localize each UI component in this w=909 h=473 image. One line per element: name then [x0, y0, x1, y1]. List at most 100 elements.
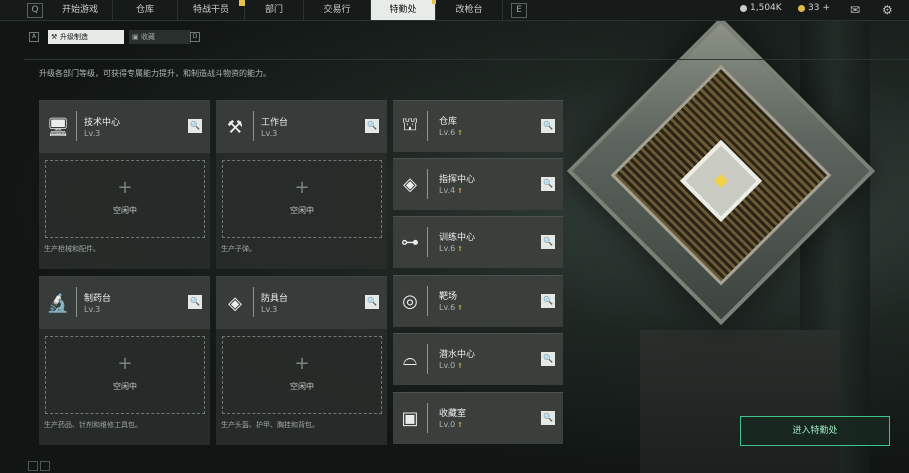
header-separator	[427, 169, 428, 199]
header-separator	[76, 111, 77, 141]
card-level: Lv.4 ⇑	[439, 186, 463, 195]
nav-prev-key[interactable]: Q	[27, 3, 43, 18]
search-button[interactable]: 🔍	[188, 295, 202, 309]
card-level-text: Lv.6	[439, 128, 456, 137]
top-nav-bar: Q 开始游戏 仓库 特战干员 部门 交易行 特勤处 改枪台 E 1,504K 3…	[0, 0, 909, 21]
slot-status: 空闲中	[290, 382, 314, 391]
card-tech-center[interactable]: 🖥 技术中心 Lv.3 🔍 + 空闲中 生产枪械和配件。	[39, 100, 210, 269]
subtab-upgrade-craft[interactable]: ⚒ 升级制造	[48, 30, 124, 44]
card-collection-room[interactable]: ▣ 收藏室 Lv.0 ⇑ 🔍	[393, 392, 563, 444]
header-separator	[427, 286, 428, 316]
microscope-icon: 🔬	[46, 292, 70, 314]
add-gold-button[interactable]: +	[822, 3, 830, 13]
card-level: Lv.3	[84, 129, 101, 138]
card-level: Lv.6 ⇑	[439, 244, 463, 253]
card-warehouse[interactable]: ⛫ 仓库 Lv.6 ⇑ 🔍	[393, 100, 563, 152]
card-name: 制药台	[84, 294, 112, 304]
tab-special-ops[interactable]: 特勤处	[371, 0, 436, 20]
header-separator	[253, 287, 254, 317]
card-name: 技术中心	[84, 118, 121, 128]
silver-amount: 1,504K	[750, 3, 782, 13]
tab-start-game[interactable]: 开始游戏	[48, 0, 113, 20]
divider	[24, 59, 909, 60]
tab-operators[interactable]: 特战干员	[178, 0, 245, 20]
subtab-collection[interactable]: ▣ 收藏	[129, 30, 191, 44]
silver-currency: 1,504K	[740, 3, 782, 13]
cubes-icon: ◈	[228, 292, 242, 314]
tab-special-ops-label: 特勤处	[389, 5, 417, 15]
search-button[interactable]: 🔍	[541, 177, 555, 191]
tab-operators-label: 特战干员	[192, 5, 229, 15]
craft-slot[interactable]: + 空闲中	[222, 160, 382, 238]
monitor-icon: 🖥	[46, 116, 70, 138]
card-header: ⚒ 工作台 Lv.3 🔍	[216, 101, 387, 153]
mail-icon[interactable]: ✉	[850, 3, 860, 17]
tab-trading[interactable]: 交易行	[304, 0, 371, 20]
silver-coin-icon	[740, 4, 747, 12]
card-name: 潜水中心	[439, 350, 476, 360]
card-level: Lv.0 ⇑	[439, 361, 463, 370]
search-button[interactable]: 🔍	[365, 295, 379, 309]
nav-next-key[interactable]: E	[511, 3, 527, 18]
subtab-upgrade-label: 升级制造	[60, 33, 88, 41]
card-level: Lv.0 ⇑	[439, 420, 463, 429]
plus-icon: +	[117, 353, 133, 374]
card-name: 仓库	[439, 117, 458, 127]
command-icon: ◈	[403, 173, 417, 195]
slot-status: 空闲中	[290, 206, 314, 215]
tab-departments[interactable]: 部门	[245, 0, 304, 20]
header-separator	[427, 344, 428, 374]
plus-icon: +	[294, 177, 310, 198]
gold-amount: 33	[808, 3, 820, 13]
card-name: 工作台	[261, 118, 289, 128]
card-diving-center[interactable]: ⌓ 潜水中心 Lv.0 ⇑ 🔍	[393, 333, 563, 385]
background-floor	[640, 330, 840, 473]
vault-icon: ▣	[401, 407, 419, 429]
cube-inner	[610, 64, 832, 286]
upgrade-icon: ⚒	[51, 33, 58, 41]
card-level-text: Lv.0	[439, 420, 456, 429]
search-button[interactable]: 🔍	[541, 294, 555, 308]
card-training-center[interactable]: ⊶ 训练中心 Lv.6 ⇑ 🔍	[393, 216, 563, 268]
enter-special-ops-button[interactable]: 进入特勤处	[740, 416, 890, 446]
subtab-collection-label: 收藏	[141, 33, 155, 41]
search-button[interactable]: 🔍	[541, 411, 555, 425]
craft-slot[interactable]: + 空闲中	[45, 336, 205, 414]
card-header: 🖥 技术中心 Lv.3 🔍	[39, 101, 210, 153]
tab-warehouse[interactable]: 仓库	[113, 0, 178, 20]
search-button[interactable]: 🔍	[365, 119, 379, 133]
search-button[interactable]: 🔍	[541, 119, 555, 133]
tools-icon: ⚒	[226, 116, 244, 138]
craft-slot[interactable]: + 空闲中	[45, 160, 205, 238]
card-command-center[interactable]: ◈ 指挥中心 Lv.4 ⇑ 🔍	[393, 158, 563, 210]
card-header: 🔬 制药台 Lv.3 🔍	[39, 277, 210, 329]
tab-gunsmith[interactable]: 改枪台	[436, 0, 503, 20]
search-button[interactable]: 🔍	[188, 119, 202, 133]
card-level: Lv.6 ⇑	[439, 128, 463, 137]
search-button[interactable]: 🔍	[541, 235, 555, 249]
cube-core	[679, 139, 763, 222]
subtab-prev-key[interactable]: A	[29, 32, 39, 42]
craft-slot[interactable]: + 空闲中	[222, 336, 382, 414]
upgrade-arrow-icon: ⇑	[457, 129, 464, 137]
card-shooting-range[interactable]: ◎ 靶场 Lv.6 ⇑ 🔍	[393, 275, 563, 327]
card-pharmacy[interactable]: 🔬 制药台 Lv.3 🔍 + 空闲中 生产药品、针剂和维修工具包。	[39, 276, 210, 445]
header-separator	[427, 111, 428, 141]
subtab-next-key[interactable]: D	[190, 32, 200, 42]
bottom-corner-mark	[28, 461, 38, 471]
card-armor-bench[interactable]: ◈ 防具台 Lv.3 🔍 + 空闲中 生产头盔、护甲、胸挂和背包。	[216, 276, 387, 445]
top-nav-tabs: 开始游戏 仓库 特战干员 部门 交易行 特勤处 改枪台	[48, 0, 503, 20]
card-workbench[interactable]: ⚒ 工作台 Lv.3 🔍 + 空闲中 生产子弹。	[216, 100, 387, 269]
collection-icon: ▣	[132, 33, 139, 41]
card-name: 训练中心	[439, 233, 476, 243]
slot-status: 空闲中	[113, 206, 137, 215]
card-name: 靶场	[439, 292, 458, 302]
gear-icon[interactable]: ⚙	[882, 3, 893, 17]
card-name: 防具台	[261, 294, 289, 304]
goggles-icon: ⌓	[402, 348, 418, 370]
card-level: Lv.3	[261, 129, 278, 138]
search-button[interactable]: 🔍	[541, 352, 555, 366]
card-header: ◈ 防具台 Lv.3 🔍	[216, 277, 387, 329]
card-level: Lv.6 ⇑	[439, 303, 463, 312]
gold-currency: 33 +	[798, 3, 830, 13]
